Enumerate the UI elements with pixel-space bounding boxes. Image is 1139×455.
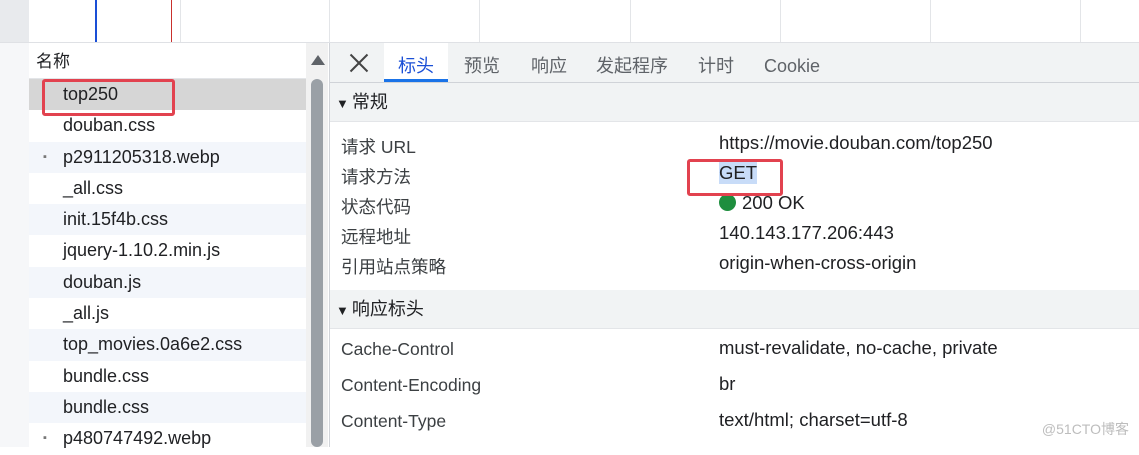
general-section-header[interactable]: ▼ 常规 — [330, 83, 1139, 122]
collapse-triangle-icon: ▼ — [336, 303, 349, 318]
status-value-wrap: 200 OK — [719, 192, 805, 214]
image-icon: ▪ — [43, 432, 47, 445]
left-gutter — [0, 43, 29, 447]
collapse-triangle-icon: ▼ — [336, 96, 349, 111]
timeline-gridline — [329, 0, 330, 42]
header-value[interactable]: text/html; charset=utf-8 — [719, 409, 908, 431]
response-header-row: Content-Encoding br — [330, 369, 1139, 405]
close-icon[interactable] — [347, 51, 371, 75]
timeline-gridline — [630, 0, 631, 42]
request-row[interactable]: _all.js — [29, 298, 306, 329]
tab-timing[interactable]: 计时 — [698, 43, 734, 82]
request-row[interactable]: top250 — [29, 79, 306, 111]
request-row[interactable]: top_movies.0a6e2.css — [29, 329, 306, 361]
request-row[interactable]: ▪ p2911205318.webp — [29, 141, 306, 173]
image-icon: ▪ — [43, 150, 47, 163]
request-detail-panel: 标头 预览 响应 发起程序 计时 Cookie ▼ 常规 请求 URL https… — [329, 43, 1139, 447]
request-row-label: init.15f4b.css — [63, 209, 169, 230]
timeline-overview[interactable] — [0, 0, 1139, 43]
header-value[interactable]: 140.143.177.206:443 — [719, 222, 894, 244]
timeline-gridline — [479, 0, 480, 42]
general-row-remote-address: 远程地址 140.143.177.206:443 — [330, 220, 1139, 250]
response-headers-section-title: 响应标头 — [351, 299, 424, 319]
request-row[interactable]: bundle.css — [29, 391, 306, 424]
header-key: 引用站点策略 — [341, 257, 446, 277]
request-row-label: p2911205318.webp — [63, 146, 220, 167]
timeline-gridline — [780, 0, 781, 42]
status-ok-icon — [719, 194, 736, 211]
request-name-panel: 名称 top250 douban.css ▪ p2911205318.webp _all… — [29, 43, 306, 448]
tab-response[interactable]: 响应 — [531, 43, 567, 82]
request-row-label: top_movies.0a6e2.css — [63, 334, 243, 355]
request-row-label: p480747492.webp — [63, 428, 212, 449]
tab-cookies[interactable]: Cookie — [764, 43, 820, 82]
request-row[interactable]: jquery-1.10.2.min.js — [29, 235, 306, 266]
header-value[interactable]: br — [719, 373, 735, 395]
request-row-label: jquery-1.10.2.min.js — [63, 240, 221, 261]
general-row-url: 请求 URL https://movie.douban.com/top250 — [330, 130, 1139, 160]
request-row[interactable]: init.15f4b.css — [29, 204, 306, 236]
header-value-selected[interactable]: GET — [719, 162, 758, 184]
scroll-up-arrow-icon[interactable] — [311, 55, 325, 65]
response-header-row: Cache-Control must-revalidate, no-cache,… — [330, 333, 1139, 369]
request-row[interactable]: bundle.css — [29, 361, 306, 392]
request-list: top250 douban.css ▪ p2911205318.webp _all.cs… — [29, 79, 306, 455]
request-row-label: top250 — [63, 84, 119, 104]
request-row-label: bundle.css — [63, 365, 150, 386]
detail-tab-bar: 标头 预览 响应 发起程序 计时 Cookie — [330, 43, 1139, 83]
timeline-gridline — [930, 0, 931, 42]
header-value[interactable]: 200 OK — [742, 192, 805, 213]
header-key: 状态代码 — [341, 197, 411, 217]
header-key: 请求方法 — [341, 167, 411, 187]
header-key: 请求 URL — [341, 137, 416, 157]
header-value[interactable]: https://movie.douban.com/top250 — [719, 132, 993, 154]
header-key: Content-Type — [341, 411, 447, 431]
request-row[interactable]: douban.css — [29, 110, 306, 141]
general-row-status: 状态代码 200 OK — [330, 190, 1139, 220]
tab-initiator[interactable]: 发起程序 — [596, 43, 668, 82]
header-value[interactable]: must-revalidate, no-cache, private — [719, 337, 998, 359]
timeline-load-marker — [171, 0, 172, 42]
request-row-label: _all.js — [63, 303, 110, 324]
tab-preview[interactable]: 预览 — [464, 43, 500, 82]
timeline-gridline — [180, 0, 181, 42]
general-section-title: 常规 — [351, 92, 388, 112]
response-headers-section-header[interactable]: ▼ 响应标头 — [330, 290, 1139, 329]
general-row-referrer-policy: 引用站点策略 origin-when-cross-origin — [330, 250, 1139, 280]
tab-headers[interactable]: 标头 — [384, 43, 448, 82]
timeline-dom-content-loaded-marker — [95, 0, 97, 42]
request-row-label: _all.css — [63, 177, 124, 198]
request-row[interactable]: douban.js — [29, 266, 306, 299]
request-row[interactable]: _all.css — [29, 173, 306, 204]
scroll-thumb[interactable] — [311, 79, 323, 447]
header-key: Cache-Control — [341, 339, 454, 359]
watermark-text: @51CTO博客 — [1041, 421, 1129, 437]
name-column-header[interactable]: 名称 — [29, 43, 306, 79]
general-row-method: 请求方法 GET — [330, 160, 1139, 190]
request-row[interactable]: ▪ p480747492.webp — [29, 423, 306, 454]
timeline-gridline — [1080, 0, 1081, 42]
request-list-scrollbar[interactable] — [306, 43, 328, 447]
header-key: 远程地址 — [341, 227, 411, 247]
request-row-label: douban.js — [63, 271, 142, 292]
response-header-row: Content-Type text/html; charset=utf-8 — [330, 405, 1139, 441]
header-value[interactable]: origin-when-cross-origin — [719, 252, 916, 274]
header-key: Content-Encoding — [341, 375, 482, 395]
timeline-left-edge — [0, 0, 29, 42]
request-row-label: douban.css — [63, 115, 156, 136]
request-row-label: bundle.css — [63, 396, 150, 417]
